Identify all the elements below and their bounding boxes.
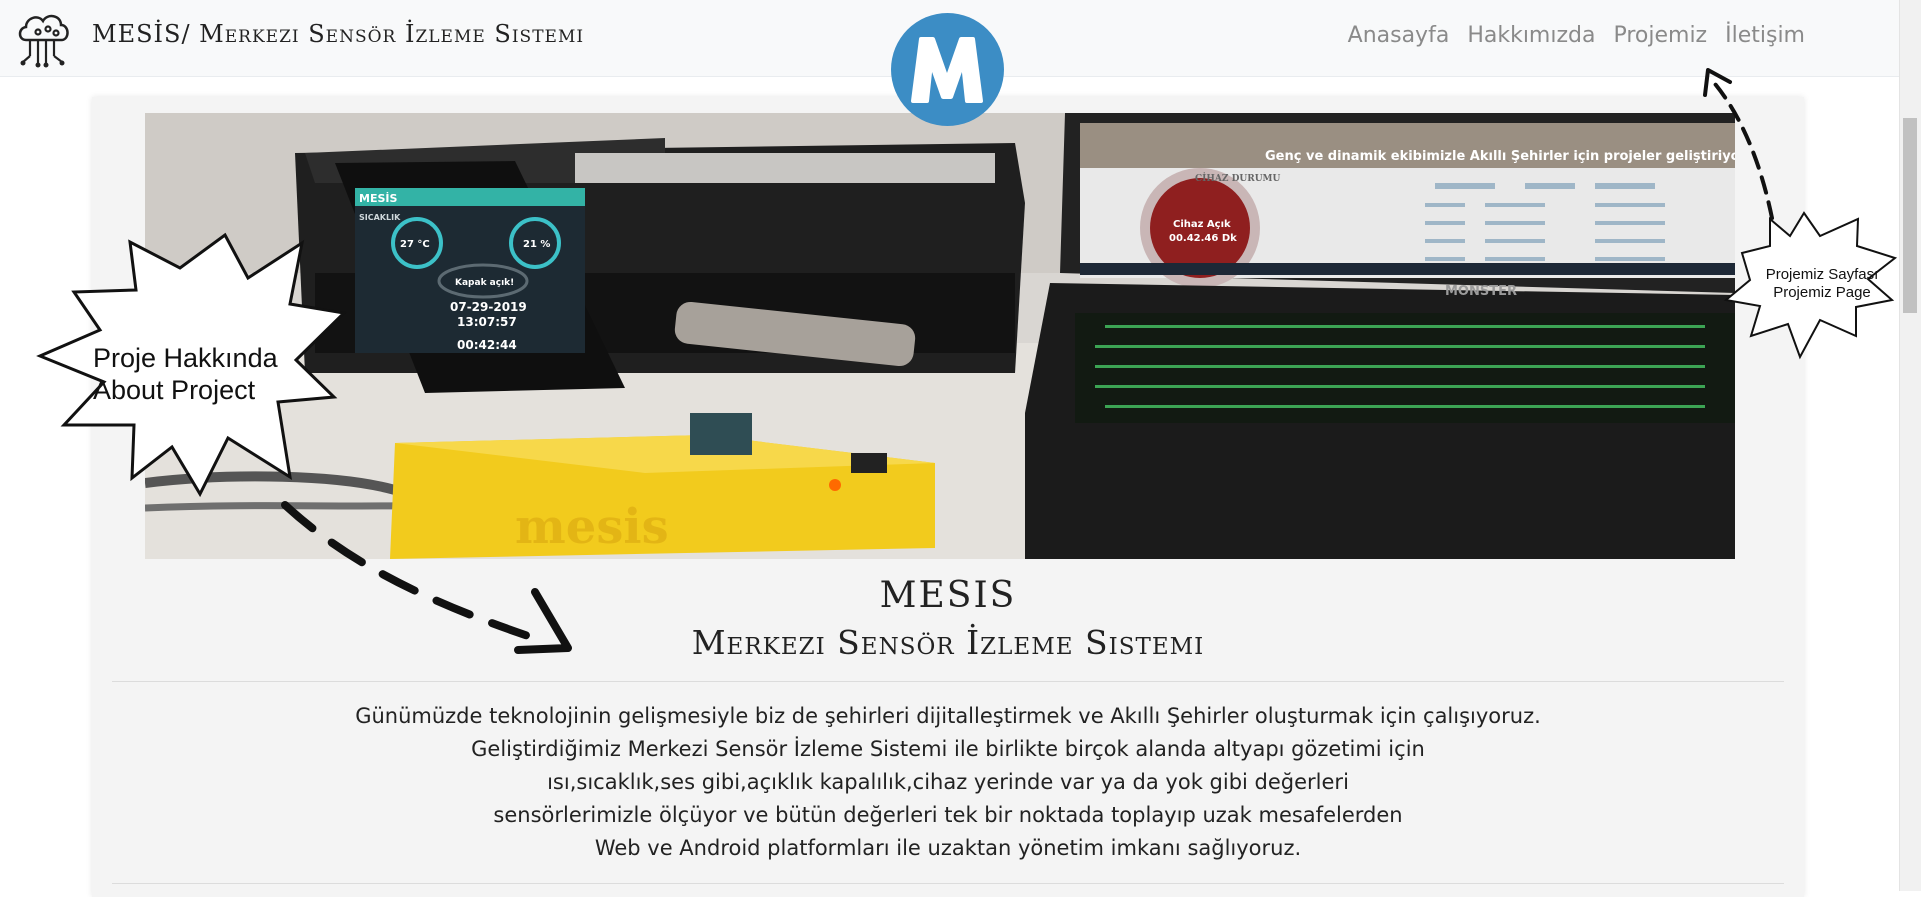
description-line: sensörlerimizle ölçüyor ve bütün değerle… xyxy=(493,803,1403,827)
description-line: Web ve Android platformları ile uzaktan … xyxy=(594,836,1302,860)
phone-temperature: 27 °C xyxy=(400,239,430,250)
annotation-right-line1: Projemiz Sayfası xyxy=(1765,266,1879,283)
nav-links: Anasayfa Hakkımızda Projemiz İletişim xyxy=(1348,23,1805,48)
nav-link-projemiz[interactable]: Projemiz xyxy=(1613,23,1707,48)
laptop-device-state: Cihaz Açık xyxy=(1173,219,1231,230)
description-line: Geliştirdiğimiz Merkezi Sensör İzleme Si… xyxy=(471,737,1425,761)
annotation-right-line2: Projemiz Page xyxy=(1773,284,1871,301)
phone-humidity: 21 % xyxy=(523,239,550,250)
phone-date: 07-29-2019 xyxy=(450,300,527,314)
phone-elapsed: 00:42:44 xyxy=(457,338,517,352)
nav-link-hakkimizda[interactable]: Hakkımızda xyxy=(1467,23,1595,48)
scrollbar-thumb[interactable] xyxy=(1903,118,1917,313)
device-label: mesis xyxy=(515,499,669,555)
phone-section-label: SICAKLIK xyxy=(359,213,401,222)
divider-bottom xyxy=(112,883,1784,884)
annotation-right-text: Projemiz Sayfası Projemiz Page xyxy=(1764,266,1880,302)
laptop-device-time: 00.42.46 Dk xyxy=(1169,233,1237,244)
phone-time: 13:07:57 xyxy=(457,315,517,329)
phone-app-title: MESİS xyxy=(359,191,397,205)
divider-top xyxy=(112,681,1784,682)
laptop-banner: Genç ve dinamik ekibimizle Akıllı Şehirl… xyxy=(1265,149,1735,164)
annotation-left-line1: Proje Hakkında xyxy=(93,343,278,373)
brand-title[interactable]: MESİS/ Merkezi Sensör İzleme Sistemi xyxy=(92,20,584,48)
phone-lid-status: Kapak açık! xyxy=(455,278,514,288)
annotation-left-text: Proje Hakkında About Project xyxy=(93,342,278,406)
description: Günümüzde teknolojinin gelişmesiyle biz … xyxy=(92,700,1804,865)
mesis-logo[interactable] xyxy=(891,13,1004,126)
nav-link-anasayfa[interactable]: Anasayfa xyxy=(1348,23,1450,48)
description-line: Günümüzde teknolojinin gelişmesiyle biz … xyxy=(355,704,1541,728)
page-heading: MESIS Merkezi Sensör İzleme Sistemi xyxy=(92,572,1804,666)
nav-link-iletisim[interactable]: İletişim xyxy=(1725,23,1805,48)
page-scrollbar[interactable] xyxy=(1899,0,1921,891)
page-subtitle: Merkezi Sensör İzleme Sistemi xyxy=(691,623,1205,662)
cloud-circuit-icon[interactable] xyxy=(16,10,72,68)
hero-photo: MESİS SICAKLIK 27 °C 21 % Kapak açık! 07… xyxy=(145,113,1735,559)
page-title: MESIS xyxy=(879,575,1017,616)
description-line: ısı,sıcaklık,ses gibi,açıklık kapalılık,… xyxy=(547,770,1349,794)
laptop-brand: MONSTER xyxy=(1445,284,1517,299)
annotation-left-line2: About Project xyxy=(93,375,256,405)
